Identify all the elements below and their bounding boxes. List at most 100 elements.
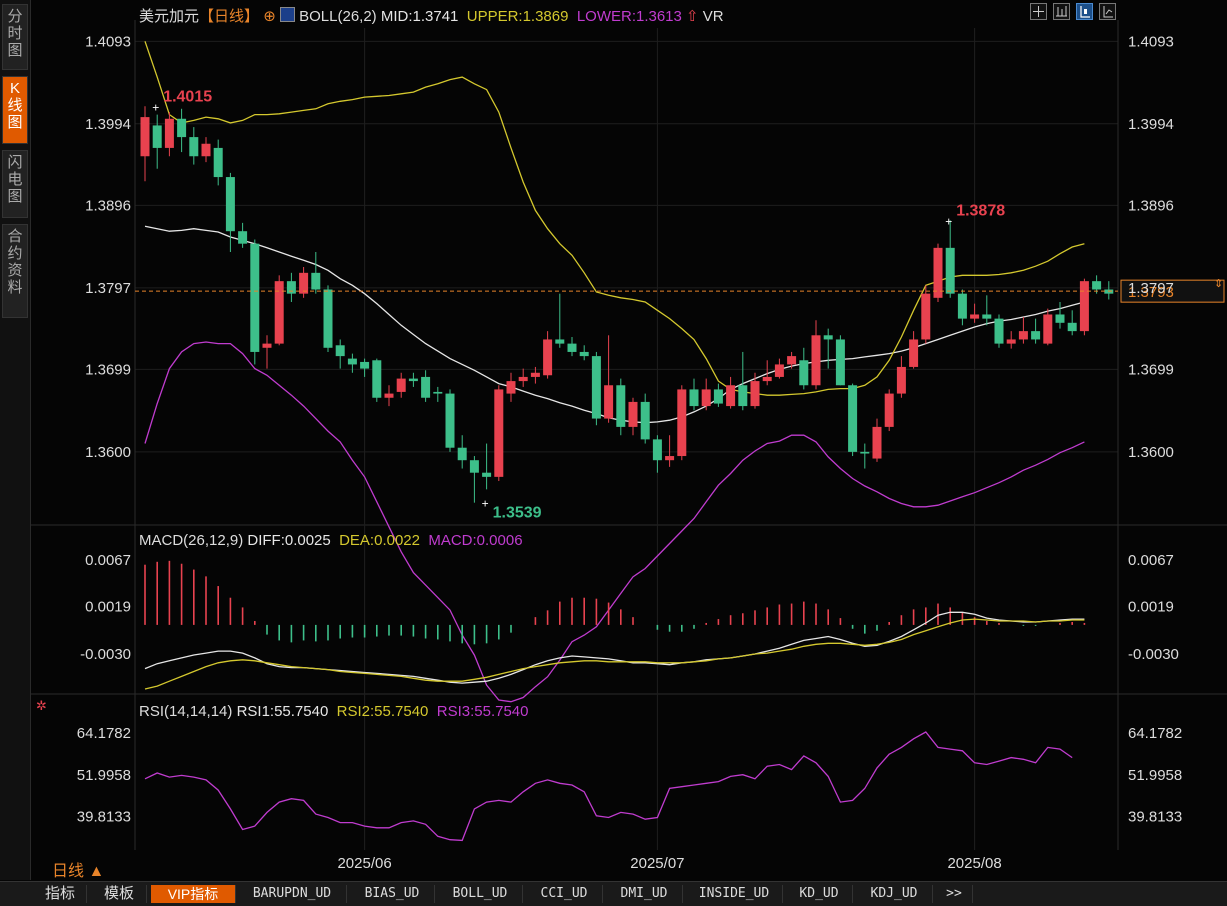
candle-body (299, 272, 309, 294)
candle-body (1055, 314, 1065, 323)
candle-body (360, 361, 370, 369)
chart-window: 分时图 K线图 闪电图 合约资料 美元加元【日线】 ⊕ BOLL(26,2) M… (0, 0, 1227, 906)
rsi-y-label-left: 51.9958 (77, 767, 131, 784)
candle-body (555, 339, 565, 344)
candle-body (152, 125, 162, 148)
candle-body (250, 243, 260, 352)
candle-body (164, 118, 174, 148)
high-price-label: 1.4015 (163, 88, 212, 105)
candle-body (640, 401, 650, 440)
candle-body (445, 393, 455, 448)
y-tick-label-left: 1.3797 (85, 280, 131, 297)
tab-barupdn-ud[interactable]: BARUPDN_UD (238, 885, 347, 903)
boll-lines (144, 41, 1085, 703)
candle-body (896, 366, 906, 394)
macd-diff-value: DIFF:0.0025 (247, 532, 331, 549)
x-axis: 2025/06 2025/07 2025/08 (337, 855, 1001, 872)
candle-body (177, 118, 187, 138)
candle-body (567, 343, 577, 352)
tab-dmi-ud[interactable]: DMI_UD (606, 885, 683, 903)
extreme-marker: + (152, 100, 159, 114)
candles (140, 106, 1114, 503)
rsi-y-label-right: 64.1782 (1128, 725, 1182, 742)
candle-body (604, 385, 614, 419)
candle-body (530, 372, 540, 377)
candle-body (579, 351, 589, 357)
tab-kd-ud[interactable]: KD_UD (786, 885, 853, 903)
candle-body (408, 378, 418, 382)
candle-body (957, 293, 967, 319)
candle-body (848, 385, 858, 452)
x-tick-label: 2025/08 (947, 855, 1001, 872)
macd-diff-line (144, 611, 1085, 684)
macd-panel: 0.0067 0.0067 0.0019 0.0019 -0.0030 -0.0030 (80, 552, 1179, 690)
candle-body (1092, 281, 1102, 290)
candle-body (921, 293, 931, 340)
candle-body (421, 376, 431, 398)
y-tick-label-left: 1.3994 (85, 116, 131, 133)
y-tick-label-left: 1.3699 (85, 361, 131, 378)
x-tick-label: 2025/06 (337, 855, 391, 872)
candle-body (787, 356, 797, 365)
high-price-label: 1.3878 (956, 202, 1005, 219)
candle-body (933, 247, 943, 298)
price-marker-icon: ⇕ (1214, 278, 1223, 290)
price-chart[interactable]: 1.3793 ⇕+1.4015+1.3878+1.3539 1.4093 1.409… (0, 0, 1227, 880)
indicator-settings-icon[interactable]: ✲ (36, 699, 50, 713)
rsi2-value: RSI2:55.7540 (336, 703, 429, 720)
y-axis: 1.4093 1.4093 1.3994 1.3994 1.3896 1.3896 1.37… (85, 33, 1174, 461)
candle-body (823, 335, 833, 340)
tab-boll-ud[interactable]: BOLL_UD (438, 885, 523, 903)
tab-vip-indicators[interactable]: VIP指标 (151, 885, 236, 903)
candle-body (652, 439, 662, 461)
candle-body (1018, 331, 1028, 340)
candle-body (970, 314, 980, 319)
tab-indicators[interactable]: 指标 (34, 885, 87, 903)
candle-body (616, 385, 626, 427)
rsi-y-label-right: 39.8133 (1128, 808, 1182, 825)
y-tick-label-right: 1.3994 (1128, 116, 1174, 133)
candle-body (238, 231, 248, 244)
candle-body (335, 345, 345, 357)
candle-body (262, 343, 272, 348)
candle-body (1043, 314, 1053, 344)
candle-body (274, 281, 284, 344)
macd-dea-value: DEA:0.0022 (339, 532, 420, 549)
candle-body (494, 389, 504, 477)
candle-body (665, 456, 675, 461)
macd-value: MACD:0.0006 (428, 532, 523, 549)
candle-body (225, 177, 235, 232)
tab-more[interactable]: >> (936, 885, 973, 903)
candle-body (860, 451, 870, 454)
tab-kdj-ud[interactable]: KDJ_UD (856, 885, 933, 903)
y-tick-label-left: 1.4093 (85, 33, 131, 50)
candle-body (982, 314, 992, 319)
macd-header: MACD(26,12,9) DIFF:0.0025 DEA:0.0022 MAC… (139, 532, 523, 549)
tab-bias-ud[interactable]: BIAS_UD (350, 885, 435, 903)
rsi-y-label-left: 64.1782 (77, 725, 131, 742)
candle-body (1079, 281, 1089, 332)
tab-inside-ud[interactable]: INSIDE_UD (686, 885, 783, 903)
candle-body (872, 426, 882, 459)
rsi-header: RSI(14,14,14) RSI1:55.7540 RSI2:55.7540 … (139, 703, 529, 720)
candle-body (347, 358, 357, 365)
candle-body (201, 143, 211, 157)
candle-body (384, 393, 394, 398)
extreme-marker: + (482, 497, 489, 511)
macd-y-label-left: 0.0019 (85, 598, 131, 615)
candle-body (482, 472, 492, 477)
rsi-panel: 64.1782 64.1782 51.9958 51.9958 39.8133 39.81… (77, 725, 1182, 842)
tab-templates[interactable]: 模板 (92, 885, 147, 903)
y-tick-label-right: 1.4093 (1128, 33, 1174, 50)
macd-y-label-left: -0.0030 (80, 646, 131, 663)
y-tick-label-right: 1.3600 (1128, 444, 1174, 461)
tab-cci-ud[interactable]: CCI_UD (526, 885, 603, 903)
candle-body (1031, 331, 1041, 340)
extreme-marker: + (945, 214, 952, 228)
candle-body (591, 356, 601, 419)
period-label[interactable]: 日线 ▲ (52, 857, 104, 881)
candle-body (543, 339, 553, 376)
y-tick-label-left: 1.3896 (85, 197, 131, 214)
y-tick-label-right: 1.3699 (1128, 361, 1174, 378)
candle-body (713, 389, 723, 404)
